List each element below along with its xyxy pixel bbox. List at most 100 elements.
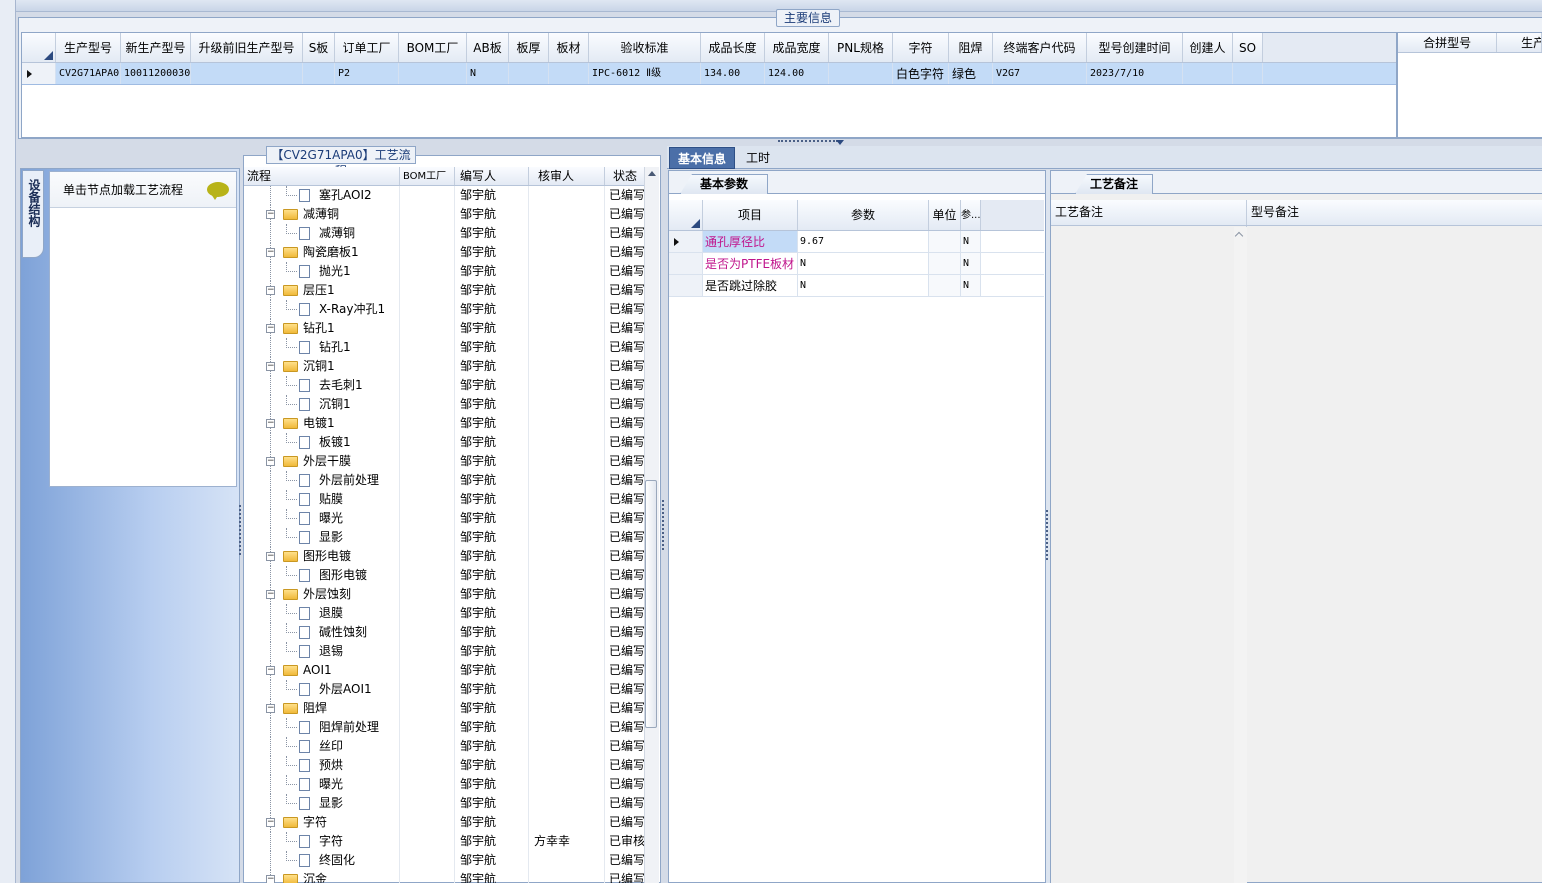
- flow-bom-factory[interactable]: [400, 623, 455, 642]
- flow-tree-node[interactable]: − AOI1: [244, 661, 400, 680]
- main-col-header[interactable]: 验收标准: [589, 33, 701, 62]
- flow-bom-factory[interactable]: [400, 737, 455, 756]
- flow-reviewer[interactable]: [529, 376, 605, 395]
- params-flag[interactable]: N: [961, 231, 981, 252]
- flow-tree-row[interactable]: X-Ray冲孔1 邹宇航 已编写: [244, 300, 648, 319]
- flow-reviewer[interactable]: [529, 585, 605, 604]
- flow-bom-factory[interactable]: [400, 186, 455, 205]
- flow-reviewer[interactable]: [529, 433, 605, 452]
- flow-status[interactable]: 已编写: [605, 851, 648, 870]
- flow-reviewer[interactable]: [529, 205, 605, 224]
- flow-status[interactable]: 已编写: [605, 566, 648, 585]
- flow-tree-row[interactable]: − 图形电镀 邹宇航 已编写: [244, 547, 648, 566]
- flow-bom-factory[interactable]: [400, 205, 455, 224]
- main-cell[interactable]: 2023/7/10: [1087, 63, 1183, 84]
- main-col-header[interactable]: 型号创建时间: [1087, 33, 1183, 62]
- main-col-header[interactable]: 板厚: [509, 33, 549, 62]
- flow-status[interactable]: 已编写: [605, 262, 648, 281]
- collapse-node-icon[interactable]: −: [266, 210, 275, 219]
- flow-reviewer[interactable]: [529, 794, 605, 813]
- flow-tree-node[interactable]: 预烘: [244, 756, 400, 775]
- flow-bom-factory[interactable]: [400, 642, 455, 661]
- main-cell[interactable]: [549, 63, 589, 84]
- flow-writer[interactable]: 邹宇航: [455, 547, 529, 566]
- flow-tree-node[interactable]: − 沉铜1: [244, 357, 400, 376]
- main-cell[interactable]: 124.00: [765, 63, 829, 84]
- flow-bom-factory[interactable]: [400, 528, 455, 547]
- flow-bom-factory[interactable]: [400, 756, 455, 775]
- main-cell[interactable]: CV2G71APA0: [56, 63, 121, 84]
- main-info-data-row[interactable]: CV2G71APA010011200030725 P2 N IPC-6012 Ⅱ级13…: [22, 63, 1396, 85]
- flow-tree-node[interactable]: 减薄铜: [244, 224, 400, 243]
- flow-writer[interactable]: 邹宇航: [455, 585, 529, 604]
- flow-tree-node[interactable]: 钻孔1: [244, 338, 400, 357]
- collapse-node-icon[interactable]: −: [266, 818, 275, 827]
- flow-writer[interactable]: 邹宇航: [455, 376, 529, 395]
- flow-status[interactable]: 已审核: [605, 832, 648, 851]
- flow-tree-row[interactable]: − 字符 邹宇航 已编写: [244, 813, 648, 832]
- flow-bom-factory[interactable]: [400, 433, 455, 452]
- flow-tree-node[interactable]: 去毛刺1: [244, 376, 400, 395]
- flow-tree-node[interactable]: − 电镀1: [244, 414, 400, 433]
- params-row[interactable]: 是否跳过除胶 N N: [669, 275, 1044, 297]
- flow-tree-row[interactable]: − 沉金 邹宇航 已编写: [244, 870, 648, 883]
- flow-reviewer[interactable]: [529, 661, 605, 680]
- flow-status[interactable]: 已编写: [605, 661, 648, 680]
- flow-status[interactable]: 已编写: [605, 395, 648, 414]
- params-unit[interactable]: [929, 231, 961, 252]
- flow-writer[interactable]: 邹宇航: [455, 471, 529, 490]
- flow-writer[interactable]: 邹宇航: [455, 300, 529, 319]
- flow-writer[interactable]: 邹宇航: [455, 851, 529, 870]
- flow-tree-row[interactable]: 曝光 邹宇航 已编写: [244, 775, 648, 794]
- flow-reviewer[interactable]: [529, 604, 605, 623]
- flow-writer[interactable]: 邹宇航: [455, 262, 529, 281]
- production-header[interactable]: 生产: [1497, 33, 1542, 52]
- flow-status[interactable]: 已编写: [605, 376, 648, 395]
- flow-tree-row[interactable]: 字符 邹宇航 方幸幸 已审核: [244, 832, 648, 851]
- flow-scroll-thumb[interactable]: [645, 480, 657, 728]
- flow-writer[interactable]: 邹宇航: [455, 604, 529, 623]
- flow-tree-node[interactable]: 沉铜1: [244, 395, 400, 414]
- flow-tree-row[interactable]: − 钻孔1 邹宇航 已编写: [244, 319, 648, 338]
- flow-tree-row[interactable]: 图形电镀 邹宇航 已编写: [244, 566, 648, 585]
- flow-writer[interactable]: 邹宇航: [455, 566, 529, 585]
- flow-bom-factory[interactable]: [400, 566, 455, 585]
- flow-writer[interactable]: 邹宇航: [455, 699, 529, 718]
- flow-tree-row[interactable]: − 层压1 邹宇航 已编写: [244, 281, 648, 300]
- main-cell[interactable]: [829, 63, 893, 84]
- row-indicator[interactable]: [669, 231, 703, 252]
- flow-tree-node[interactable]: 外层AOI1: [244, 680, 400, 699]
- params-row[interactable]: 是否为PTFE板材 N N: [669, 253, 1044, 275]
- flow-bom-factory[interactable]: [400, 832, 455, 851]
- flow-bom-factory[interactable]: [400, 547, 455, 566]
- flow-bom-factory[interactable]: [400, 813, 455, 832]
- params-unit[interactable]: [929, 253, 961, 274]
- flow-status[interactable]: 已编写: [605, 509, 648, 528]
- flow-col-bom-factory[interactable]: BOM工厂: [400, 167, 455, 185]
- flow-status[interactable]: 已编写: [605, 281, 648, 300]
- flow-bom-factory[interactable]: [400, 357, 455, 376]
- flow-reviewer[interactable]: [529, 186, 605, 205]
- main-col-header[interactable]: 升级前旧生产型号: [191, 33, 303, 62]
- collapse-node-icon[interactable]: −: [266, 552, 275, 561]
- main-col-header[interactable]: 创建人: [1183, 33, 1233, 62]
- flow-reviewer[interactable]: [529, 452, 605, 471]
- collapse-node-icon[interactable]: −: [266, 419, 275, 428]
- flow-reviewer[interactable]: [529, 775, 605, 794]
- flow-writer[interactable]: 邹宇航: [455, 870, 529, 883]
- flow-bom-factory[interactable]: [400, 775, 455, 794]
- flow-status[interactable]: 已编写: [605, 357, 648, 376]
- flow-writer[interactable]: 邹宇航: [455, 661, 529, 680]
- remark-scrollbar[interactable]: [1234, 227, 1247, 883]
- flow-reviewer[interactable]: [529, 680, 605, 699]
- collapse-node-icon[interactable]: −: [266, 875, 275, 883]
- right-splitter-grip-icon[interactable]: [1046, 510, 1049, 560]
- collapse-node-icon[interactable]: −: [266, 666, 275, 675]
- row-indicator[interactable]: [669, 253, 703, 274]
- params-item[interactable]: 是否为PTFE板材: [703, 253, 798, 274]
- tab-basic-info[interactable]: 基本信息: [669, 147, 735, 169]
- flow-col-process[interactable]: 流程: [244, 167, 400, 185]
- flow-tree-node[interactable]: − 外层干膜: [244, 452, 400, 471]
- flow-reviewer[interactable]: [529, 243, 605, 262]
- flow-tree-row[interactable]: 碱性蚀刻 邹宇航 已编写: [244, 623, 648, 642]
